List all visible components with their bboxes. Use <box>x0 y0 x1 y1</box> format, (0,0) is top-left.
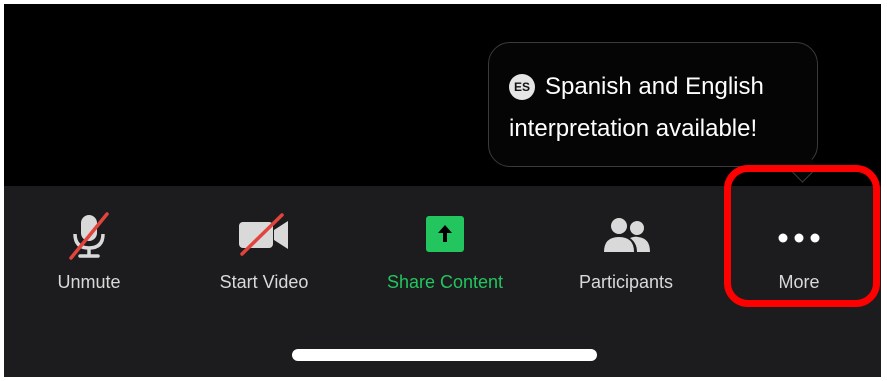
tooltip-text-line-2: interpretation available! <box>509 115 758 142</box>
tooltip-text-line-1: Spanish and English <box>545 73 764 100</box>
share-arrow-icon <box>426 216 464 257</box>
more-label: More <box>778 272 820 292</box>
more-dots-icon <box>777 230 821 248</box>
video-off-icon <box>236 212 292 261</box>
unmute-label: Unmute <box>57 272 121 292</box>
participants-label: Participants <box>578 272 674 292</box>
unmute-button[interactable]: Unmute <box>24 186 154 316</box>
interpretation-tooltip: ES Spanish and English interpretation av… <box>488 42 819 183</box>
share-content-label: Share Content <box>386 272 504 292</box>
tooltip-line-1: ES Spanish and English <box>509 73 764 101</box>
participants-button[interactable]: Participants <box>556 186 696 316</box>
start-video-button[interactable]: Start Video <box>199 186 329 316</box>
muted-microphone-icon <box>67 212 111 265</box>
start-video-label: Start Video <box>219 272 309 292</box>
language-badge-icon: ES <box>509 74 535 100</box>
meeting-screen: ES Spanish and English interpretation av… <box>4 4 881 377</box>
more-button[interactable]: More <box>744 186 854 316</box>
meeting-toolbar: Unmute Start Video Share Content Partici… <box>4 186 881 377</box>
share-content-button[interactable]: Share Content <box>370 186 520 316</box>
tooltip-tail <box>786 150 819 183</box>
participants-icon <box>600 216 652 261</box>
home-indicator[interactable] <box>292 349 597 361</box>
